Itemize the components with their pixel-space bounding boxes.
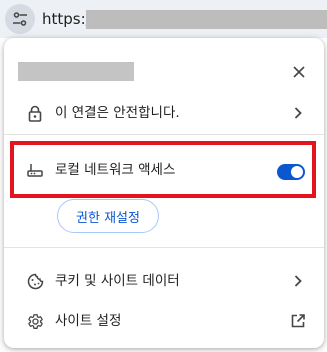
gear-icon <box>25 311 45 331</box>
site-settings-label: 사이트 설정 <box>55 313 122 329</box>
close-button[interactable] <box>288 61 310 83</box>
site-info-popup: 이 연결은 안전합니다. 로컬 네트워크 액세스 권한 재설정 쿠키 및 사이트… <box>4 38 324 348</box>
site-settings-row[interactable]: 사이트 설정 <box>4 301 324 341</box>
reset-permissions-button[interactable]: 권한 재설정 <box>57 199 159 233</box>
divider <box>4 134 324 135</box>
url-redacted <box>86 10 327 29</box>
cookies-site-data-label: 쿠키 및 사이트 데이터 <box>55 273 180 289</box>
cookies-site-data-row[interactable]: 쿠키 및 사이트 데이터 <box>4 261 324 301</box>
site-info-button[interactable] <box>5 4 35 34</box>
divider <box>4 247 324 248</box>
connection-security-label: 이 연결은 안전합니다. <box>55 105 180 121</box>
tune-icon <box>13 12 27 26</box>
lock-icon <box>25 103 45 123</box>
address-bar: https:// <box>0 0 327 38</box>
site-title-redacted <box>18 62 134 81</box>
open-in-new-icon <box>288 311 308 331</box>
chevron-right-icon <box>288 271 308 291</box>
chevron-right-icon <box>288 103 308 123</box>
browser-page: https:// 이 연결은 안전합니다. 로컬 네트워크 액세스 권한 재설정… <box>0 0 327 352</box>
close-icon <box>293 66 305 78</box>
cookie-icon <box>25 271 45 291</box>
highlight-box <box>10 141 316 198</box>
connection-security-row[interactable]: 이 연결은 안전합니다. <box>4 93 324 133</box>
